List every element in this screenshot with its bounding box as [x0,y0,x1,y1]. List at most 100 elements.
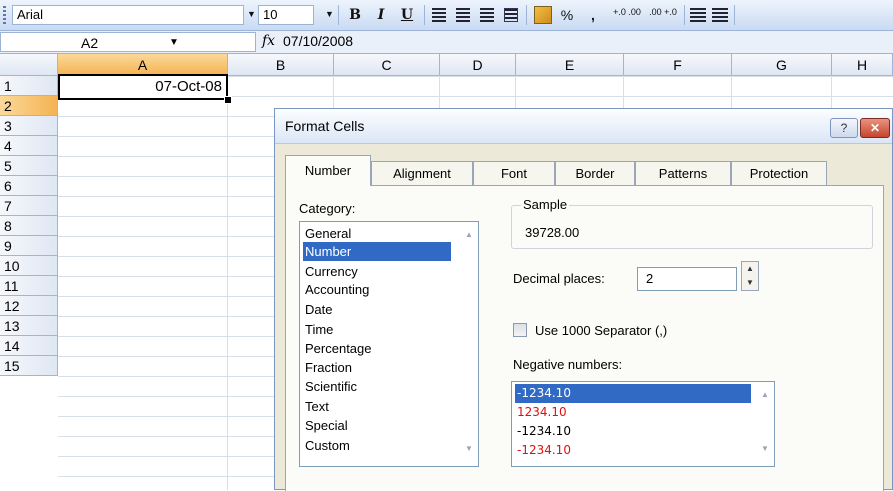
help-button[interactable]: ? [830,118,858,138]
negative-numbers-list[interactable]: -1234.10 1234.10 -1234.10 -1234.10 ▲ ▼ [511,381,775,467]
column-header-g[interactable]: G [732,54,832,76]
list-item[interactable]: Scientific [303,377,451,396]
list-item[interactable]: Fraction [303,358,451,377]
decrease-indent-icon[interactable] [690,8,706,22]
formula-bar: A2 ▼ fx 07/10/2008 [0,31,893,54]
italic-button[interactable]: I [370,5,392,25]
list-item[interactable]: Accounting [303,280,451,299]
list-item[interactable]: 1234.10 [515,403,751,422]
close-button[interactable]: ✕ [860,118,890,138]
formatting-toolbar: Arial ▼ 10 ▼ B I U % , +.0 .00 .00 +.0 [0,0,893,31]
sample-value: 39728.00 [525,225,580,240]
scroll-up-arrow-icon[interactable]: ▲ [462,230,476,239]
currency-style-icon[interactable] [534,6,552,24]
grid-line [227,76,228,490]
percent-style-button[interactable]: % [556,5,578,25]
toolbar-grip-handle[interactable] [3,6,6,24]
font-size-dropdown-icon[interactable]: ▼ [325,9,334,19]
row-header[interactable]: 3 [0,116,58,136]
list-item[interactable]: Number [303,242,451,261]
formula-input[interactable]: 07/10/2008 [283,33,353,49]
row-header[interactable]: 13 [0,316,58,336]
list-item[interactable]: Special [303,416,451,435]
negative-numbers-label: Negative numbers: [513,357,623,372]
list-item[interactable]: Time [303,320,451,339]
row-header[interactable]: 7 [0,196,58,216]
active-cell-a2[interactable]: 07-Oct-08 [58,74,228,100]
bold-button[interactable]: B [344,5,366,25]
scroll-down-arrow-icon[interactable]: ▼ [462,444,476,453]
font-name-combo[interactable]: Arial [12,5,244,25]
comma-style-button[interactable]: , [582,5,604,25]
tab-number[interactable]: Number [285,155,371,186]
font-size-combo[interactable]: 10 [258,5,314,25]
row-header[interactable]: 14 [0,336,58,356]
align-right-icon[interactable] [480,8,494,22]
decimal-places-spinner[interactable]: ▲ ▼ [741,261,759,291]
increase-decimal-button[interactable]: +.0 .00 [612,5,642,25]
tab-font[interactable]: Font [473,161,555,185]
sample-label: Sample [521,197,570,212]
decrease-decimal-button[interactable]: .00 +.0 [648,5,678,25]
list-item[interactable]: Date [303,300,451,319]
tab-alignment[interactable]: Alignment [371,161,473,185]
row-header[interactable]: 4 [0,136,58,156]
list-item[interactable]: Text [303,397,451,416]
use-1000-separator-label: Use 1000 Separator (,) [535,323,668,338]
column-header-d[interactable]: D [440,54,516,76]
column-header-e[interactable]: E [516,54,624,76]
category-label: Category: [299,201,356,216]
tab-protection[interactable]: Protection [731,161,827,185]
name-box-value: A2 [81,35,99,51]
fill-handle[interactable] [224,96,232,104]
list-item[interactable]: Percentage [303,339,451,358]
name-box-dropdown-icon[interactable]: ▼ [169,37,179,48]
list-item[interactable]: -1234.10 [515,422,751,441]
column-header-h[interactable]: H [832,54,893,76]
row-header[interactable]: 10 [0,256,58,276]
use-1000-separator-checkbox[interactable] [513,323,527,337]
tab-patterns[interactable]: Patterns [635,161,731,185]
font-name-dropdown-icon[interactable]: ▼ [247,9,256,19]
row-header[interactable]: 8 [0,216,58,236]
column-header-a[interactable]: A [58,54,228,76]
row-header[interactable]: 2 [0,96,58,116]
column-header-c[interactable]: C [334,54,440,76]
column-header-f[interactable]: F [624,54,732,76]
list-item[interactable]: Currency [303,262,451,281]
row-header[interactable]: 1 [0,76,58,96]
select-all-corner[interactable] [0,54,58,76]
list-item[interactable]: -1234.10 [515,384,751,403]
row-header[interactable]: 9 [0,236,58,256]
spin-up-icon[interactable]: ▲ [742,262,758,276]
name-box[interactable]: A2 ▼ [0,32,256,52]
underline-button[interactable]: U [396,5,418,25]
insert-function-icon[interactable]: fx [262,33,275,49]
align-center-icon[interactable] [456,8,470,22]
dialog-titlebar[interactable]: Format Cells ? ✕ [275,109,892,144]
toolbar-separator [526,5,527,25]
category-list[interactable]: General Number Currency Accounting Date … [299,221,479,467]
spin-down-icon[interactable]: ▼ [742,276,758,290]
toolbar-separator [684,5,685,25]
row-header[interactable]: 6 [0,176,58,196]
align-left-icon[interactable] [432,8,446,22]
decimal-places-label: Decimal places: [513,271,605,286]
dialog-title: Format Cells [285,118,365,134]
column-header-b[interactable]: B [228,54,334,76]
row-header[interactable]: 15 [0,356,58,376]
scroll-up-arrow-icon[interactable]: ▲ [758,390,772,399]
row-header[interactable]: 11 [0,276,58,296]
list-item[interactable]: -1234.10 [515,441,751,460]
scroll-down-arrow-icon[interactable]: ▼ [758,444,772,453]
merge-center-icon[interactable] [504,8,518,22]
decimal-places-input[interactable]: 2 [637,267,737,291]
tab-border[interactable]: Border [555,161,635,185]
row-header[interactable]: 12 [0,296,58,316]
font-size-value: 10 [263,7,278,22]
list-item[interactable]: Custom [303,436,451,455]
toolbar-separator [338,5,339,25]
row-header[interactable]: 5 [0,156,58,176]
increase-indent-icon[interactable] [712,8,728,22]
list-item[interactable]: General [303,224,451,243]
